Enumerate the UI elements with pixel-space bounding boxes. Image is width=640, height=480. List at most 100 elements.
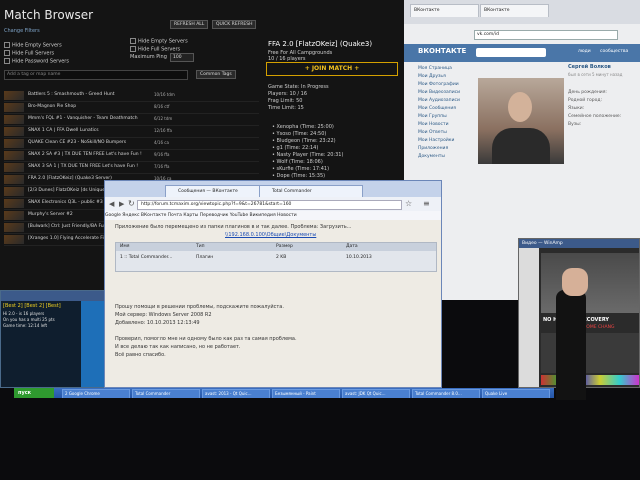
forum-link[interactable]: \\192.168.0.100\Общие\Документы: [225, 232, 316, 238]
server-meta: 9/16 ffa: [154, 152, 170, 157]
start-button[interactable]: пуск: [14, 388, 54, 398]
vk-top-link-people[interactable]: люди: [578, 49, 591, 54]
common-tags-button[interactable]: Common Tags: [196, 70, 236, 79]
tool-palette[interactable]: [519, 248, 539, 387]
map-thumbnail: [4, 151, 24, 160]
taskbar-item[interactable]: 2 Google Chrome: [62, 389, 130, 398]
vk-search-input[interactable]: [476, 48, 546, 57]
selected-server-title: FFA 2.0 [FlatzOKeiz] (Quake3): [268, 40, 373, 48]
server-name: Battlers 5 : Smashmouth - Greed Hunt: [28, 92, 115, 97]
vk-menu-item[interactable]: Мои Новости: [418, 122, 449, 127]
post-line: Всё равно спасибо.: [115, 352, 166, 358]
taskbar-item[interactable]: avast: JDK Qt Quic...: [342, 389, 410, 398]
map-thumbnail: [4, 235, 24, 244]
vk-menu-item[interactable]: Мои Аудиозаписи: [418, 98, 460, 103]
join-match-button[interactable]: + JOIN MATCH +: [266, 62, 398, 76]
arm-shape: [556, 290, 586, 400]
vk-profile-photo[interactable]: [478, 78, 564, 164]
taskbar: пуск 2 Google Chrome Total Commander avast…: [14, 388, 554, 398]
player-entry: • g1 (Time: 22:14): [272, 145, 319, 151]
shoulders-shape: [492, 128, 550, 164]
player-entry: • Nasty Player (Time: 20:31): [272, 152, 344, 158]
vk-menu-item[interactable]: Мои Фотографии: [418, 82, 459, 87]
vk-info-line: Семейное положение:: [568, 114, 622, 119]
vk-menu-item[interactable]: Мои Группы: [418, 114, 447, 119]
vk-menu-item[interactable]: Мои Видеозаписи: [418, 90, 460, 95]
server-row[interactable]: SNAX 3 SA 1 | TX DUE TEN FREE Let's have…: [4, 162, 259, 174]
vk-menu-item[interactable]: Мои Друзья: [418, 74, 446, 79]
chrome-tabstrip: Сообщения — ВКонтакте Total Commander: [105, 181, 441, 198]
table-cell: 1 :: Total Commander...: [120, 255, 173, 260]
small-window-line-3: Game time: 12:14 left: [3, 323, 48, 328]
server-row[interactable]: Bro-Magnon Pie Shop 8/16 ctf: [4, 102, 259, 114]
map-thumbnail: [4, 91, 24, 100]
map-tag-search-input[interactable]: Add a tag or map name: [4, 70, 188, 80]
match-browser-title: Match Browser: [4, 8, 94, 22]
vk-menu-item[interactable]: Мои Ответы: [418, 130, 447, 135]
bookmarks-bar[interactable]: Google Яндекс ВКонтакте Почта Карты Пере…: [105, 211, 441, 220]
back-icon[interactable]: ◀: [109, 200, 114, 208]
star-icon[interactable]: ☆: [405, 199, 412, 208]
taskbar-item[interactable]: Total Commander 8.0...: [412, 389, 480, 398]
vk-address-bar[interactable]: vk.com/id: [474, 30, 618, 40]
checkbox-hide-empty[interactable]: Hide Empty Servers: [4, 42, 62, 49]
forum-text: Приложение было перемещено из папки плаг…: [115, 224, 352, 230]
reload-icon[interactable]: ↻: [128, 199, 135, 208]
vk-top-link-groups[interactable]: сообщества: [600, 49, 628, 54]
server-row[interactable]: QUAKE Clean CE #23 - NoSkill/NO Bumpers 4…: [4, 138, 259, 150]
col-type: Тип: [196, 244, 205, 249]
vk-tab-2[interactable]: ВКонтакте: [480, 4, 549, 17]
change-filters-link[interactable]: Change Filters: [4, 28, 40, 34]
server-row[interactable]: Battlers 5 : Smashmouth - Greed Hunt 10/1…: [4, 90, 259, 102]
taskbar-item[interactable]: Total Commander: [132, 389, 200, 398]
server-status-line: Game State: In Progress: [268, 84, 329, 90]
map-thumbnail: [4, 139, 24, 148]
server-name: Murphy's Server #2: [28, 212, 73, 217]
max-ping-label: Maximum Ping: [130, 54, 167, 60]
server-name: SNAX 1 CA | FFA Dwell Lunatics: [28, 128, 99, 133]
vk-menu-item[interactable]: Мои Сообщения: [418, 106, 456, 111]
map-thumbnail: [4, 211, 24, 220]
vk-info-line: Родной город:: [568, 98, 602, 103]
server-name: SNAX 2 SA #3 | TX DUE TEN FREE Let's hav…: [28, 152, 142, 157]
forward-icon[interactable]: ▶: [119, 200, 124, 208]
vk-menu-item[interactable]: Моя Страница: [418, 66, 452, 71]
vk-tabstrip: ВКонтакте ВКонтакте: [404, 0, 640, 24]
checkbox-hide-empty-servers[interactable]: Hide Empty Servers: [130, 38, 188, 45]
vk-menu-item[interactable]: Приложения: [418, 146, 448, 151]
col-size: Размер: [276, 244, 293, 249]
face-shape: [508, 92, 532, 122]
taskbar-item[interactable]: avast: 2013 - Qt Quic...: [202, 389, 270, 398]
checkbox-hide-password[interactable]: Hide Password Servers: [4, 58, 69, 65]
map-thumbnail: [4, 187, 24, 196]
map-thumbnail: [4, 199, 24, 208]
file-table: Имя Тип Размер Дата 1 :: Total Commander…: [115, 242, 437, 272]
small-window-title: [Best 2] [Best 2] [Best]: [3, 303, 61, 309]
server-meta: 8/16 ctf: [154, 104, 170, 109]
taskbar-item[interactable]: Quake Live: [482, 389, 550, 398]
post-line: И все делаю так как написано, но не рабо…: [115, 344, 241, 350]
server-row[interactable]: SNAX 2 SA #3 | TX DUE TEN FREE Let's hav…: [4, 150, 259, 162]
server-row[interactable]: Mmm's FQL #1 - Vanquisher - Team Deathma…: [4, 114, 259, 126]
chrome-address-bar[interactable]: http://forum.tcmaxim.org/viewtopic.php?f…: [137, 200, 402, 210]
checkbox-hide-full-servers[interactable]: Hide Full Servers: [130, 46, 180, 53]
map-thumbnail: [4, 115, 24, 124]
max-ping-input[interactable]: 100: [170, 53, 194, 62]
server-meta: 6/12 tdm: [154, 116, 173, 121]
server-meta: 12/16 ffa: [154, 128, 173, 133]
server-status-line: Time Limit: 15: [268, 105, 304, 111]
vk-header: ВКОНТАКТЕ люди сообщества: [404, 44, 640, 62]
checkbox-hide-full[interactable]: Hide Full Servers: [4, 50, 54, 57]
taskbar-item[interactable]: Безымянный - Paint: [272, 389, 340, 398]
menu-icon[interactable]: ≡: [423, 199, 430, 208]
refresh-all-button[interactable]: REFRESH ALL: [170, 20, 209, 29]
vk-menu-item[interactable]: Документы: [418, 154, 445, 159]
quick-refresh-button[interactable]: QUICK REFRESH: [212, 20, 257, 29]
server-row[interactable]: SNAX 1 CA | FFA Dwell Lunatics 12/16 ffa: [4, 126, 259, 138]
map-thumbnail: [4, 103, 24, 112]
vk-menu-item[interactable]: Мои Настройки: [418, 138, 454, 143]
server-name: [2/3 Dunes] FlatzOKeiz [ds Unique]: [28, 188, 107, 193]
table-cell: 2 KB: [276, 255, 287, 260]
vk-logo[interactable]: ВКОНТАКТЕ: [418, 47, 466, 55]
vk-tab-1[interactable]: ВКонтакте: [410, 4, 479, 17]
